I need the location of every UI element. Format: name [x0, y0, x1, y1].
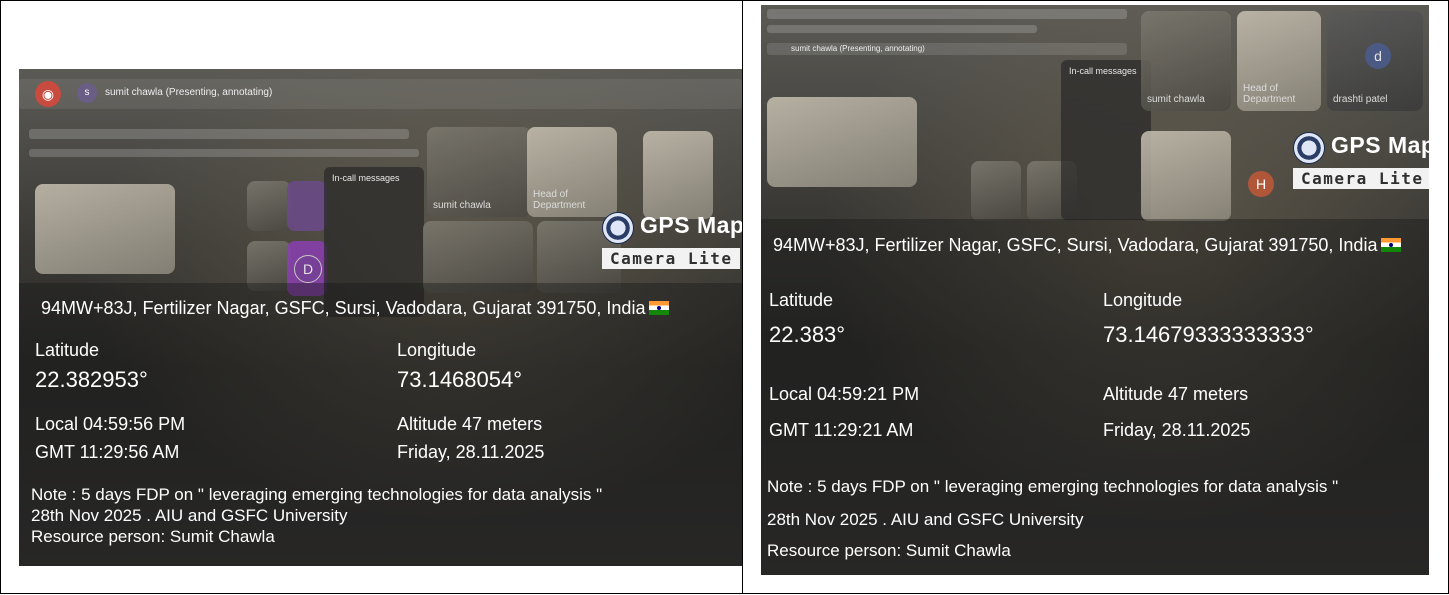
participant-avatar: D — [294, 255, 322, 283]
gps-map-camera-badge: GPS Map Camera Lite — [1293, 132, 1429, 202]
participant-tile — [247, 181, 291, 231]
participant-tile-hod: Head of Department — [1237, 11, 1321, 111]
browser-tab-bar — [767, 9, 1127, 19]
address-line: 94MW+83J, Fertilizer Nagar, GSFC, Sursi,… — [773, 235, 1402, 256]
camera-lens-icon — [602, 212, 634, 244]
latitude-label: Latitude — [35, 340, 100, 360]
chat-panel: In-call messages — [1061, 60, 1151, 220]
geotagged-photo-right: sumit chawla (Presenting, annotating) In… — [761, 5, 1429, 575]
gmt-time: GMT 11:29:21 AM — [769, 420, 914, 440]
participant-name: Head of Department — [1243, 83, 1296, 105]
participant-avatar: d — [1365, 43, 1391, 69]
note-line-2: 28th Nov 2025 . AIU and GSFC University — [31, 506, 348, 525]
table-cell-left: ◉ s sumit chawla (Presenting, annotating… — [0, 0, 743, 594]
participant-name: drashti patel — [1333, 94, 1388, 105]
participant-tile-presenter: sumit chawla — [427, 127, 531, 217]
chat-panel-title: In-call messages — [1069, 66, 1137, 76]
gps-map-camera-badge: GPS Map Camera Lite — [602, 212, 742, 272]
badge-title: GPS Map — [640, 212, 742, 238]
address-line: 94MW+83J, Fertilizer Nagar, GSFC, Sursi,… — [41, 298, 670, 319]
latitude-value: 22.382953° — [35, 367, 148, 392]
badge-title: GPS Map — [1331, 132, 1429, 158]
shared-screen-thumbnail — [35, 184, 175, 274]
participant-avatar: H — [1248, 171, 1274, 197]
address-bar — [767, 25, 1037, 33]
presenter-label: sumit chawla (Presenting, annotating) — [791, 44, 925, 53]
local-time: Local 04:59:21 PM — [769, 384, 920, 404]
date: Friday, 28.11.2025 — [1103, 420, 1251, 440]
badge-subtitle: Camera Lite — [602, 248, 741, 269]
date: Friday, 28.11.2025 — [397, 442, 545, 462]
address-bar — [29, 129, 409, 139]
participant-name: sumit chawla — [1147, 94, 1205, 105]
note-line-2: 28th Nov 2025 . AIU and GSFC University — [767, 510, 1084, 529]
longitude-label: Longitude — [1103, 290, 1183, 310]
geotagged-photo-left: ◉ s sumit chawla (Presenting, annotating… — [19, 69, 742, 566]
presenter-label: sumit chawla (Presenting, annotating) — [105, 87, 273, 98]
shared-screen-thumbnail — [767, 97, 917, 187]
altitude: Altitude 47 meters — [1103, 384, 1249, 404]
participant-tile — [971, 161, 1021, 221]
chat-panel-title: In-call messages — [332, 173, 400, 183]
longitude-value: 73.1468054° — [397, 367, 523, 392]
record-icon: ◉ — [35, 81, 61, 107]
participant-tile — [643, 131, 713, 219]
latitude-label: Latitude — [769, 290, 834, 310]
inner-presenter-bar — [29, 149, 419, 157]
badge-subtitle: Camera Lite — [1293, 168, 1429, 189]
note-line-3: Resource person: Sumit Chawla — [31, 527, 275, 546]
latitude-value: 22.383° — [769, 322, 846, 347]
participant-tile-drashti: d drashti patel — [1327, 11, 1423, 111]
india-flag-icon — [1381, 238, 1402, 252]
table-cell-right: sumit chawla (Presenting, annotating) In… — [742, 0, 1449, 594]
longitude-value: 73.14679333333333° — [1103, 322, 1314, 347]
local-time: Local 04:59:56 PM — [35, 414, 186, 434]
india-flag-icon — [649, 301, 670, 315]
camera-lens-icon — [1293, 132, 1325, 164]
gmt-time: GMT 11:29:56 AM — [35, 442, 180, 462]
participant-tile — [287, 181, 327, 231]
participant-tile-hod: Head of Department — [527, 127, 617, 217]
altitude: Altitude 47 meters — [397, 414, 543, 434]
presenter-avatar: s — [77, 83, 97, 103]
note-line-1: Note : 5 days FDP on " leveraging emergi… — [31, 485, 603, 504]
longitude-label: Longitude — [397, 340, 477, 360]
note-line-3: Resource person: Sumit Chawla — [767, 541, 1011, 560]
address: 94MW+83J, Fertilizer Nagar, GSFC, Sursi,… — [41, 298, 646, 318]
participant-tile-presenter: sumit chawla — [1141, 11, 1231, 111]
note-line-1: Note : 5 days FDP on " leveraging emergi… — [767, 477, 1339, 496]
participant-tile — [1141, 131, 1231, 221]
participant-name: sumit chawla — [433, 200, 491, 211]
participant-name: Head of Department — [533, 189, 586, 211]
address: 94MW+83J, Fertilizer Nagar, GSFC, Sursi,… — [773, 235, 1378, 255]
